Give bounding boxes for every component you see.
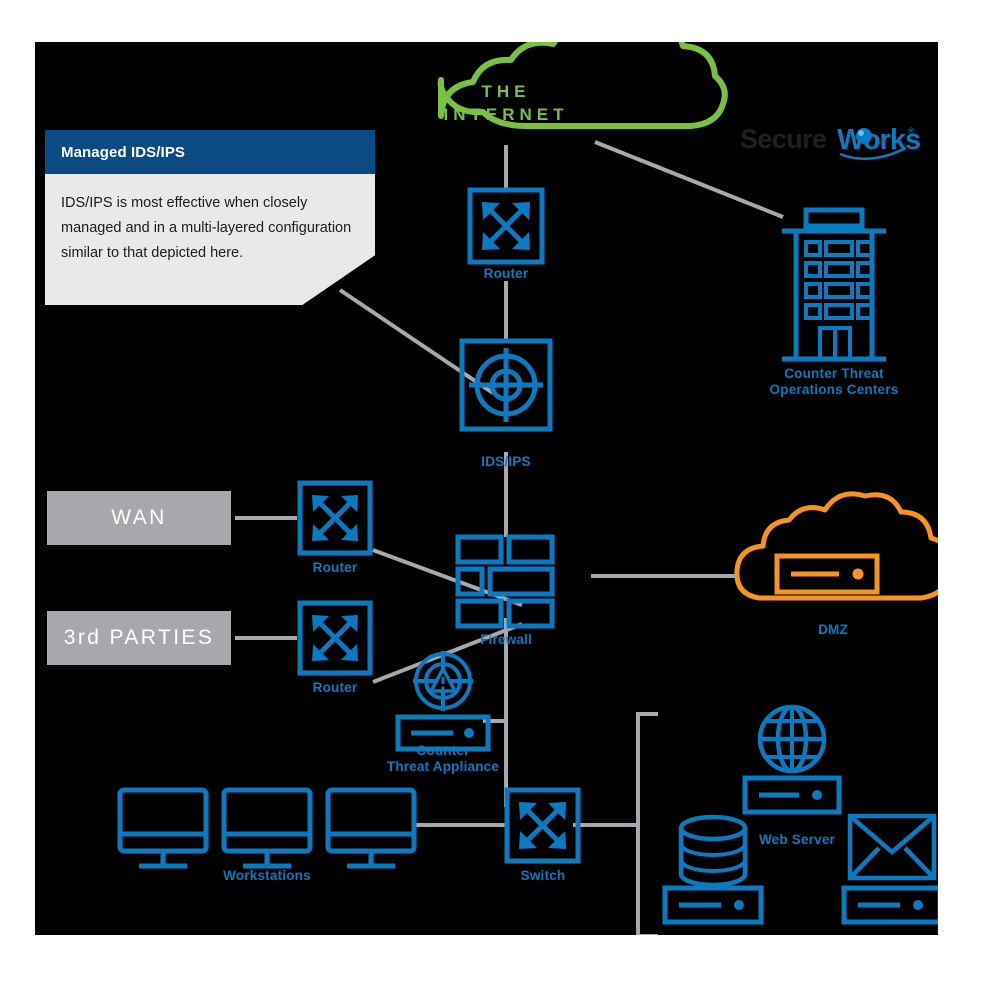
label-third-party-router: Router	[312, 680, 358, 695]
diagram-canvas: THE INTERNET Secure Works ® WAN 3rd PART…	[35, 42, 938, 935]
callout-managed-idsips: Managed IDS/IPS IDS/IPS is most effectiv…	[45, 130, 375, 305]
callout-body: IDS/IPS is most effective when closely m…	[45, 174, 375, 305]
tag-third-parties: 3rd PARTIES	[47, 611, 231, 665]
tag-third-parties-label: 3rd PARTIES	[63, 626, 215, 649]
cloud-server-icon	[734, 491, 938, 601]
tag-wan: WAN	[47, 491, 231, 545]
target-alert-appliance-icon	[395, 651, 491, 752]
brick-wall-icon-extras	[528, 569, 552, 594]
router-icon	[297, 480, 373, 556]
crosshair-target-icon	[459, 338, 553, 432]
label-workstations: Workstations	[223, 868, 311, 883]
router-icon	[467, 187, 545, 265]
label-firewall: Firewall	[480, 632, 532, 647]
label-counter-threat-appliance: Counter Threat Appliance	[386, 743, 500, 774]
brick-wall-icon	[455, 534, 555, 629]
svg-text:INTERNET: INTERNET	[444, 105, 569, 124]
label-switch: Switch	[520, 868, 566, 883]
label-edge-router: Router	[483, 266, 529, 281]
switch-icon	[504, 787, 581, 864]
monitor-icon	[221, 787, 313, 869]
monitor-icon	[325, 787, 417, 869]
svg-text:THE: THE	[482, 82, 531, 101]
label-ctoc: Counter Threat Operations Centers	[769, 366, 899, 397]
monitor-icon	[117, 787, 209, 869]
label-wan-router: Router	[312, 560, 358, 575]
globe-server-icon	[742, 704, 842, 815]
callout-title: Managed IDS/IPS	[45, 130, 375, 174]
office-building-icon	[782, 207, 886, 362]
label-idsips: IDS/IPS	[481, 454, 531, 469]
diagram-stage: THE INTERNET Secure Works ® WAN 3rd PART…	[0, 0, 1000, 1000]
router-icon	[297, 600, 373, 676]
label-web-server: Web Server	[758, 832, 836, 847]
cloud-icon: THE INTERNET	[437, 42, 728, 129]
securewworks-logo: Secure Works ®	[740, 124, 921, 160]
logo-swoosh-icon	[839, 128, 907, 160]
tag-wan-label: WAN	[111, 506, 167, 529]
label-dmz: DMZ	[818, 622, 848, 637]
